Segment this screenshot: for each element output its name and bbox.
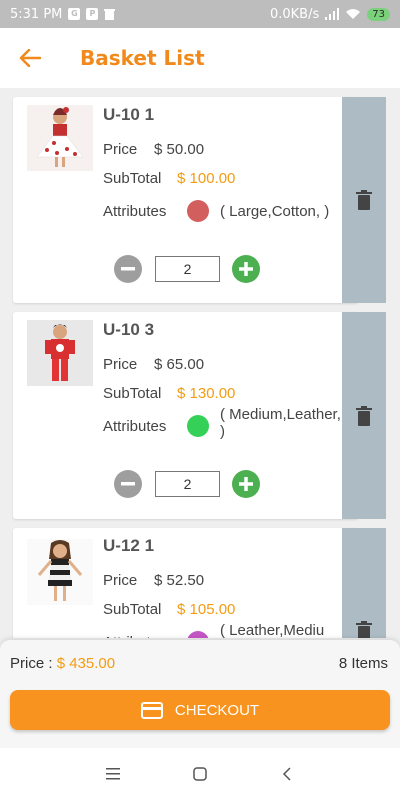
minus-icon bbox=[121, 267, 135, 271]
total-price: Price : $ 435.00 bbox=[10, 655, 115, 672]
items-count: 8 Items bbox=[338, 655, 388, 672]
basket-list: U-10 1 Price $ 50.00 SubTotal $ 100.00 A… bbox=[0, 88, 400, 638]
item-name: U-10 1 bbox=[103, 105, 155, 124]
notification-app-icon: G bbox=[68, 8, 81, 20]
price-label: Price bbox=[103, 356, 138, 373]
item-name: U-10 3 bbox=[103, 320, 155, 339]
basket-item: U-10 1 Price $ 50.00 SubTotal $ 100.00 A… bbox=[13, 97, 358, 303]
item-name: U-12 1 bbox=[103, 536, 155, 555]
trash-icon bbox=[356, 621, 372, 638]
basket-item: U-12 1 Price $ 52.50 SubTotal $ 105.00 A… bbox=[13, 528, 358, 638]
delete-item-button[interactable] bbox=[342, 528, 386, 638]
status-bar: 5:31 PM G P 0.0KB/s 73 bbox=[0, 0, 400, 28]
arrow-left-icon bbox=[19, 49, 41, 67]
total-price-value: $ 435.00 bbox=[56, 655, 116, 672]
basket-item: U-10 3 Price $ 65.00 SubTotal $ 130.00 A… bbox=[13, 312, 358, 519]
battery-icon: 73 bbox=[367, 7, 390, 21]
signal-icon bbox=[325, 8, 340, 20]
increase-quantity-button[interactable] bbox=[232, 255, 260, 283]
trash-icon bbox=[356, 405, 372, 426]
back-nav-button[interactable] bbox=[267, 754, 307, 794]
delete-item-button[interactable] bbox=[342, 312, 386, 519]
item-attributes: ( Large,Cotton, ) bbox=[220, 203, 330, 220]
credit-card-icon bbox=[140, 701, 163, 719]
item-price: $ 65.00 bbox=[154, 356, 205, 373]
attribute-color-swatch bbox=[187, 200, 209, 222]
attributes-label: Attributes bbox=[103, 418, 167, 435]
price-label: Price bbox=[103, 141, 138, 158]
decrease-quantity-button[interactable] bbox=[114, 470, 142, 498]
product-image bbox=[27, 539, 93, 605]
product-image bbox=[27, 105, 93, 171]
item-subtotal: $ 105.00 bbox=[177, 601, 236, 618]
page-title: Basket List bbox=[80, 46, 205, 70]
item-attributes: ( Leather,Mediu bbox=[220, 622, 325, 638]
subtotal-label: SubTotal bbox=[103, 385, 162, 402]
attribute-color-swatch bbox=[187, 415, 209, 437]
status-time: 5:31 PM bbox=[10, 6, 63, 22]
plus-icon bbox=[239, 477, 253, 491]
decrease-quantity-button[interactable] bbox=[114, 255, 142, 283]
wifi-icon bbox=[346, 9, 361, 19]
quantity-input[interactable] bbox=[155, 256, 220, 282]
item-price: $ 52.50 bbox=[154, 572, 205, 589]
attributes-label: Attributes bbox=[103, 203, 167, 220]
attributes-label: Attributes bbox=[103, 634, 166, 638]
app-header: Basket List bbox=[0, 28, 400, 88]
menu-button[interactable] bbox=[93, 754, 133, 794]
item-subtotal: $ 130.00 bbox=[177, 385, 236, 402]
checkout-button[interactable]: CHECKOUT bbox=[10, 690, 390, 730]
increase-quantity-button[interactable] bbox=[232, 470, 260, 498]
price-label: Price bbox=[103, 572, 138, 589]
total-price-label: Price : bbox=[10, 655, 53, 672]
subtotal-label: SubTotal bbox=[103, 170, 162, 187]
menu-icon bbox=[106, 768, 121, 780]
home-button[interactable] bbox=[180, 754, 220, 794]
paytm-icon: P bbox=[86, 8, 99, 20]
trash-notification-icon bbox=[104, 9, 116, 20]
checkout-label: CHECKOUT bbox=[174, 701, 260, 719]
subtotal-label: SubTotal bbox=[103, 601, 162, 618]
item-subtotal: $ 100.00 bbox=[177, 170, 236, 187]
item-attributes: ( Medium,Leather, ) bbox=[220, 406, 341, 440]
trash-icon bbox=[356, 190, 372, 210]
minus-icon bbox=[121, 482, 135, 486]
plus-icon bbox=[239, 262, 253, 276]
attribute-color-swatch bbox=[187, 631, 209, 638]
item-price: $ 50.00 bbox=[154, 141, 205, 158]
back-nav-icon bbox=[282, 767, 291, 781]
home-icon bbox=[193, 767, 207, 781]
quantity-input[interactable] bbox=[155, 471, 220, 497]
delete-item-button[interactable] bbox=[342, 97, 386, 303]
product-image bbox=[27, 320, 93, 386]
network-speed: 0.0KB/s bbox=[269, 6, 320, 22]
checkout-panel: Price : $ 435.00 8 Items CHECKOUT bbox=[0, 640, 400, 748]
back-button[interactable] bbox=[0, 28, 60, 88]
system-nav-bar bbox=[0, 748, 400, 800]
